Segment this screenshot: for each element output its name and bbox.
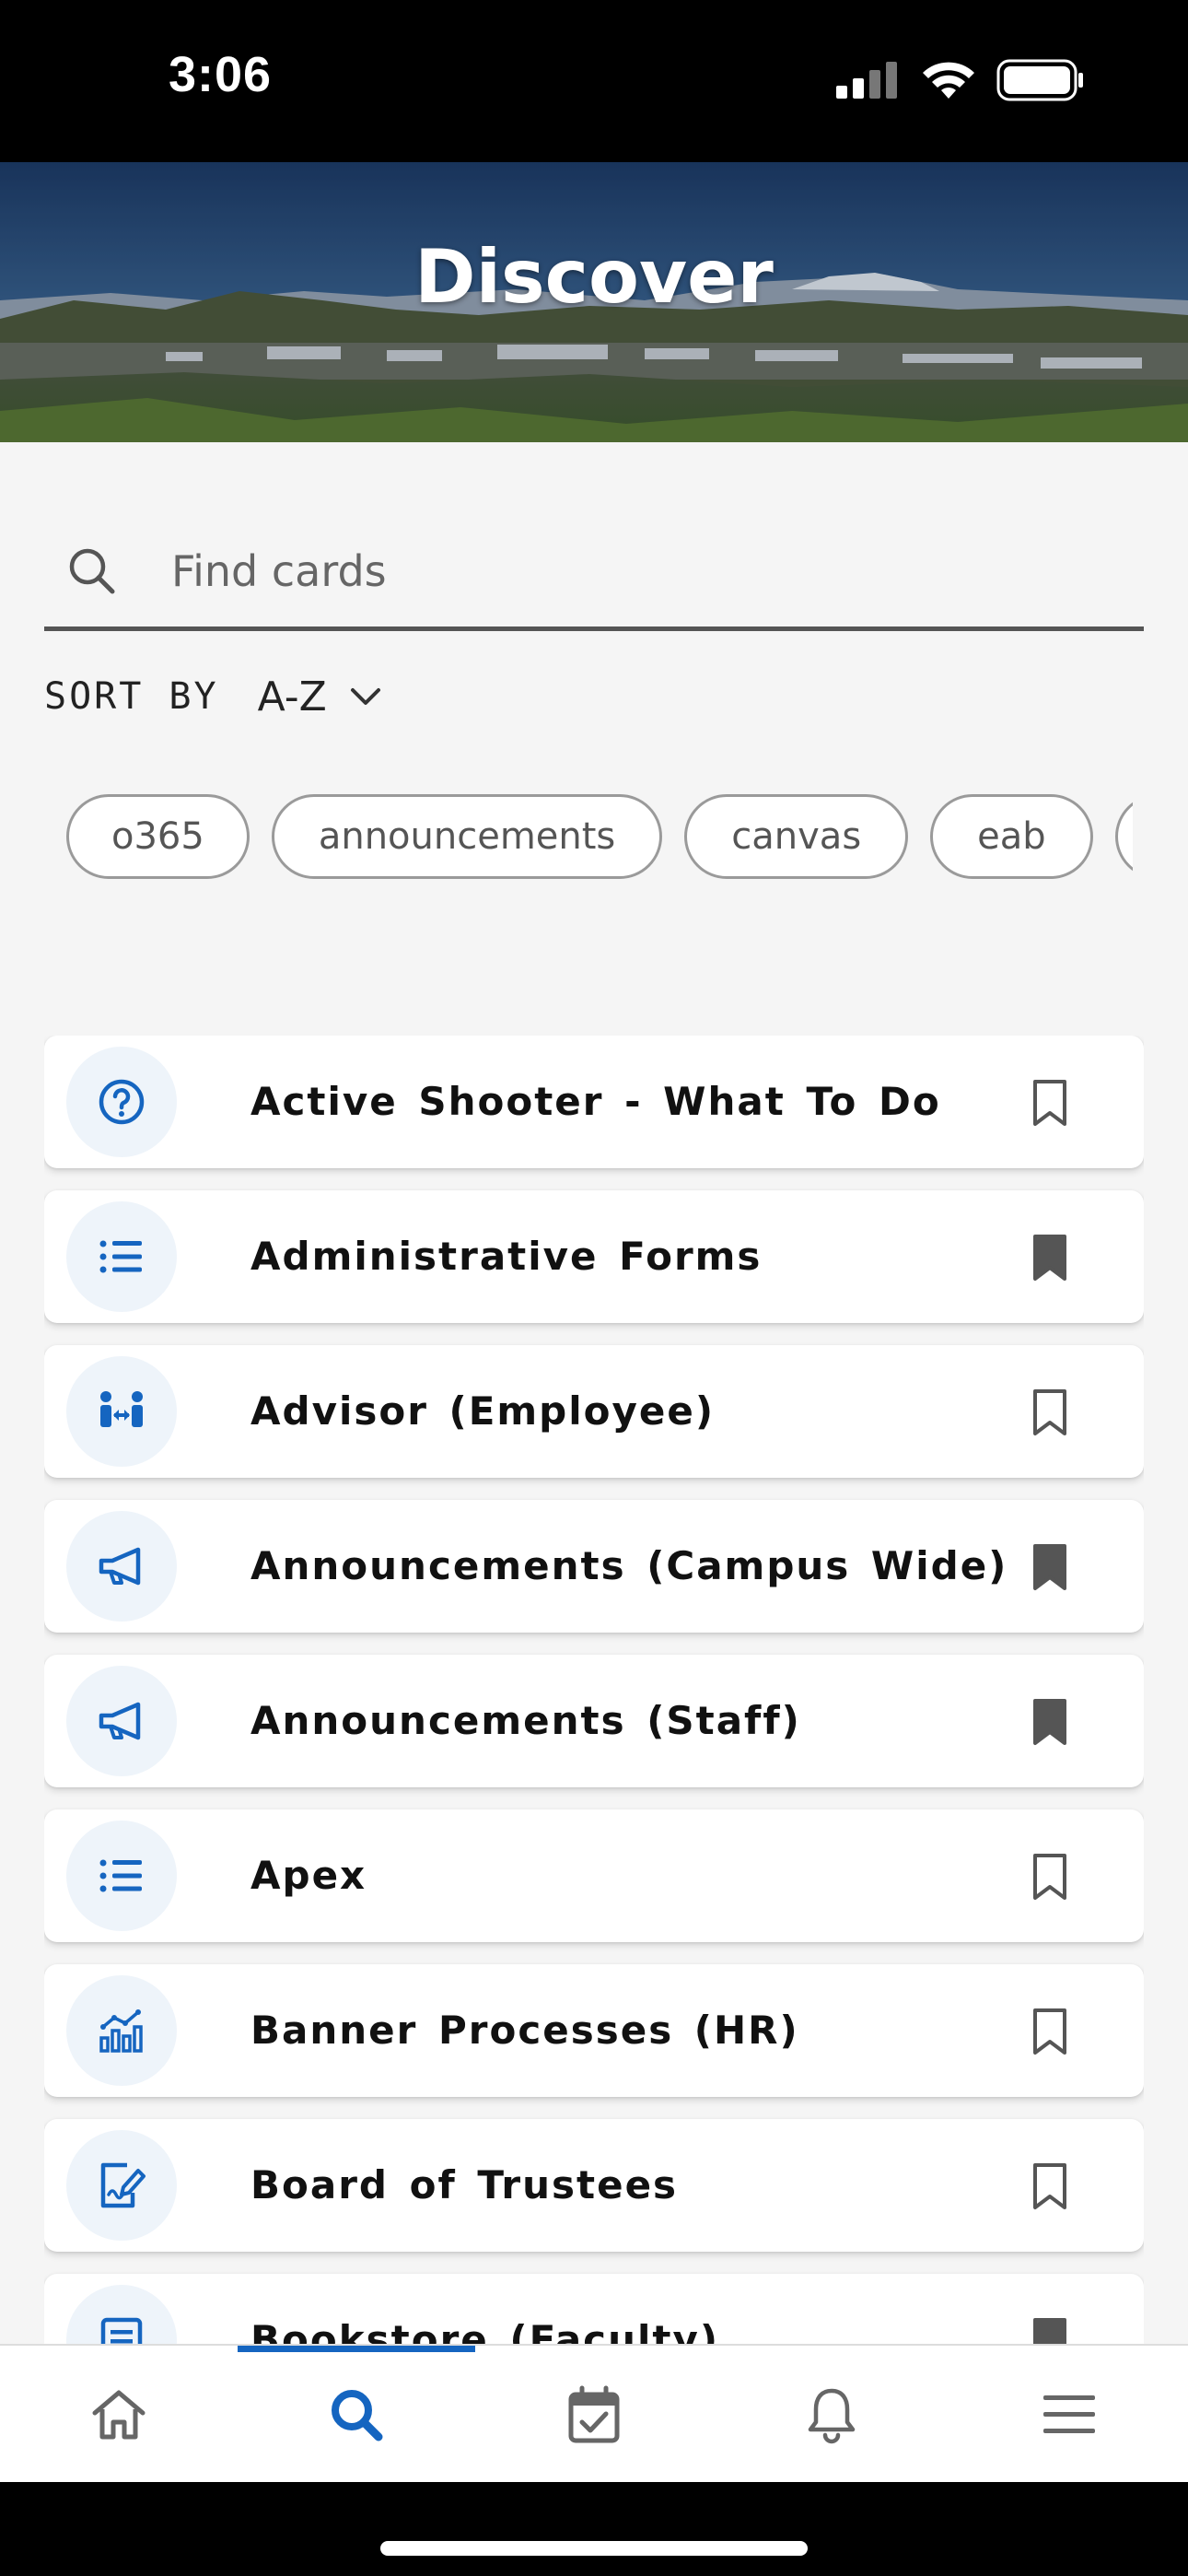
card-icon-container bbox=[66, 2285, 177, 2344]
card-item[interactable]: Banner Processes (HR) bbox=[44, 1964, 1144, 2097]
nav-notifications[interactable] bbox=[713, 2346, 950, 2484]
card-icon-container bbox=[66, 1201, 177, 1312]
card-item[interactable]: Administrative Forms bbox=[44, 1190, 1144, 1323]
chip-employee[interactable]: employee bbox=[1114, 794, 1133, 879]
chip-o365[interactable]: o365 bbox=[66, 794, 250, 879]
card-item[interactable]: Apex bbox=[44, 1809, 1144, 1942]
status-time: 3:06 bbox=[169, 47, 273, 102]
bookmark-outline-icon[interactable] bbox=[1030, 2161, 1070, 2211]
bookmark-outline-icon[interactable] bbox=[1030, 1852, 1070, 1902]
card-title: Announcements (Campus Wide) bbox=[250, 1543, 1008, 1588]
bookmark-filled-icon[interactable] bbox=[1030, 1233, 1070, 1282]
wifi-icon bbox=[923, 62, 974, 99]
bell-icon bbox=[808, 2388, 856, 2444]
status-bar: 3:06 bbox=[0, 0, 1188, 162]
card-item[interactable]: Board of Trustees bbox=[44, 2119, 1144, 2252]
hero-banner: Discover bbox=[0, 162, 1188, 442]
page-title: Discover bbox=[414, 234, 774, 320]
card-title: Board of Trustees bbox=[250, 2162, 679, 2207]
card-item[interactable]: Announcements (Campus Wide) bbox=[44, 1500, 1144, 1633]
calendar-check-icon bbox=[568, 2385, 620, 2443]
megaphone-icon bbox=[99, 1547, 141, 1586]
home-indicator-area bbox=[0, 2482, 1188, 2576]
card-title: Advisor (Employee) bbox=[250, 1388, 716, 1434]
chip-announcements[interactable]: announcements bbox=[271, 794, 663, 879]
chip-eab[interactable]: eab bbox=[930, 794, 1093, 879]
status-icons bbox=[836, 57, 1085, 103]
bookmark-outline-icon[interactable] bbox=[1030, 1388, 1070, 1437]
document-signature-icon bbox=[100, 2162, 146, 2208]
card-list: Active Shooter - What To Do Administrati… bbox=[44, 1036, 1144, 2344]
nav-menu[interactable] bbox=[950, 2346, 1188, 2484]
list-icon bbox=[99, 1859, 142, 1892]
card-title: Bookstore (Faculty) bbox=[250, 2317, 720, 2344]
menu-icon bbox=[1043, 2395, 1095, 2433]
card-icon-container bbox=[66, 1666, 177, 1776]
card-icon-container bbox=[66, 2130, 177, 2241]
chevron-down-icon[interactable] bbox=[347, 678, 384, 715]
document-icon bbox=[100, 2317, 143, 2344]
bookmark-filled-icon[interactable] bbox=[1030, 1542, 1070, 1592]
home-indicator[interactable] bbox=[380, 2541, 808, 2556]
chart-icon bbox=[99, 2009, 143, 2053]
megaphone-icon bbox=[99, 1702, 141, 1740]
card-item[interactable]: Bookstore (Faculty) bbox=[44, 2274, 1144, 2344]
card-title: Apex bbox=[250, 1853, 367, 1898]
bookmark-outline-icon[interactable] bbox=[1030, 2007, 1070, 2056]
card-item[interactable]: Announcements (Staff) bbox=[44, 1655, 1144, 1787]
cellular-signal-icon bbox=[836, 62, 897, 99]
search-icon bbox=[332, 2390, 383, 2441]
sort-control[interactable]: SORT BY A-Z bbox=[44, 669, 384, 724]
card-item[interactable]: Active Shooter - What To Do bbox=[44, 1036, 1144, 1168]
card-icon-container bbox=[66, 1511, 177, 1622]
question-circle-icon bbox=[99, 1079, 145, 1125]
battery-icon bbox=[996, 59, 1083, 101]
card-icon-container bbox=[66, 1975, 177, 2086]
card-title: Administrative Forms bbox=[250, 1234, 763, 1279]
bookmark-filled-icon[interactable] bbox=[1030, 1697, 1070, 1747]
card-icon-container bbox=[66, 1356, 177, 1467]
chip-canvas[interactable]: canvas bbox=[684, 794, 909, 879]
bottom-navigation bbox=[0, 2344, 1188, 2484]
search-bar[interactable] bbox=[44, 516, 1144, 631]
card-title: Announcements (Staff) bbox=[250, 1698, 801, 1743]
sort-label: SORT BY bbox=[44, 675, 219, 718]
card-title: Banner Processes (HR) bbox=[250, 2008, 799, 2053]
card-icon-container bbox=[66, 1047, 177, 1157]
card-icon-container bbox=[66, 1821, 177, 1931]
bookmark-filled-icon[interactable] bbox=[1030, 2316, 1070, 2344]
search-input[interactable] bbox=[169, 545, 1002, 597]
bookmark-outline-icon[interactable] bbox=[1030, 1078, 1070, 1128]
tag-filter-chips: o365announcementscanvaseab employee bbox=[66, 794, 1133, 883]
people-arrows-icon bbox=[100, 1391, 143, 1427]
sort-value[interactable]: A-Z bbox=[258, 673, 327, 720]
nav-home[interactable] bbox=[0, 2346, 238, 2484]
search-icon bbox=[69, 548, 115, 594]
nav-search[interactable] bbox=[238, 2346, 475, 2484]
home-icon bbox=[92, 2390, 146, 2440]
card-title: Active Shooter - What To Do bbox=[250, 1079, 941, 1124]
nav-calendar[interactable] bbox=[475, 2346, 713, 2484]
card-item[interactable]: Advisor (Employee) bbox=[44, 1345, 1144, 1478]
list-icon bbox=[99, 1240, 142, 1273]
